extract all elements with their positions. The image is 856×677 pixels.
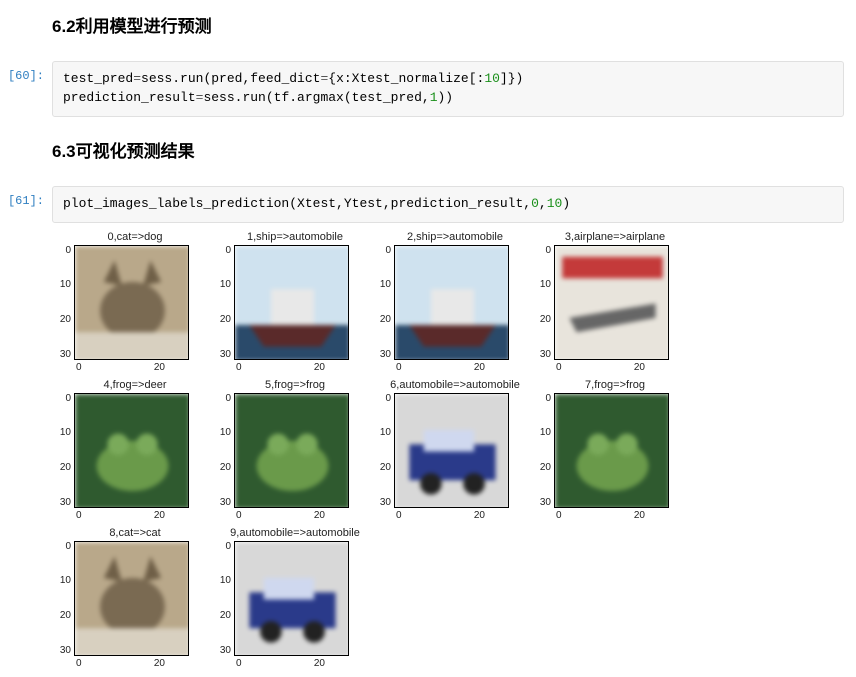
code-token: ]}) (500, 71, 523, 86)
code-token: 1 (430, 90, 438, 105)
y-axis-ticks: 0102030 (218, 393, 234, 508)
y-axis-ticks: 0102030 (218, 541, 234, 656)
subplot-image (74, 245, 189, 360)
code-cell-60[interactable]: test_pred=sess.run(pred,feed_dict={x:Xte… (52, 61, 844, 117)
subplot-3: 3,airplane=>airplane 0102030020 (538, 231, 692, 373)
x-axis-ticks: 020 (74, 360, 189, 373)
code-token: {x:Xtest_normalize[: (328, 71, 484, 86)
code-token: = (133, 71, 141, 86)
x-axis-ticks: 020 (74, 656, 189, 669)
x-axis-ticks: 020 (554, 360, 669, 373)
y-axis-ticks: 0102030 (538, 393, 554, 508)
subplot-image (234, 541, 349, 656)
cell-prompt-60: [60]: (0, 61, 52, 117)
x-axis-ticks: 020 (394, 508, 509, 521)
x-axis-ticks: 020 (234, 508, 349, 521)
subplot-title: 3,airplane=>airplane (538, 231, 692, 243)
section-heading-6-2: 6.2利用模型进行预测 (52, 12, 844, 37)
x-axis-ticks: 020 (394, 360, 509, 373)
code-token: )) (438, 90, 454, 105)
code-token: , (539, 196, 547, 211)
x-axis-ticks: 020 (554, 508, 669, 521)
code-token: prediction_result (63, 90, 196, 105)
code-token: sess.run(tf.argmax(test_pred, (203, 90, 429, 105)
section-heading-6-3: 6.3可视化预测结果 (52, 137, 844, 162)
subplot-0: 0,cat=>dog 0102030020 (58, 231, 212, 373)
code-token: 10 (547, 196, 563, 211)
code-token: plot_images_labels_prediction(Xtest,Ytes… (63, 196, 531, 211)
y-axis-ticks: 0102030 (538, 245, 554, 360)
subplot-8: 8,cat=>cat 0102030020 (58, 527, 212, 669)
cell-prompt-61: [61]: (0, 186, 52, 669)
code-token: test_pred (63, 71, 133, 86)
subplot-image (554, 393, 669, 508)
subplot-title: 6,automobile=>automobile (378, 379, 532, 391)
y-axis-ticks: 0102030 (218, 245, 234, 360)
subplot-4: 4,frog=>deer 0102030020 (58, 379, 212, 521)
y-axis-ticks: 0102030 (378, 393, 394, 508)
y-axis-ticks: 0102030 (58, 541, 74, 656)
y-axis-ticks: 0102030 (58, 393, 74, 508)
subplot-9: 9,automobile=>automobile 0102030020 (218, 527, 372, 669)
subplot-7: 7,frog=>frog 0102030020 (538, 379, 692, 521)
subplot-image (74, 541, 189, 656)
code-token: sess.run(pred,feed_dict (141, 71, 320, 86)
subplot-image (234, 245, 349, 360)
prediction-image-grid: 0,cat=>dog01020300201,ship=>automobile01… (52, 231, 844, 669)
subplot-5: 5,frog=>frog 0102030020 (218, 379, 372, 521)
subplot-title: 7,frog=>frog (538, 379, 692, 391)
subplot-image (554, 245, 669, 360)
y-axis-ticks: 0102030 (378, 245, 394, 360)
subplot-title: 1,ship=>automobile (218, 231, 372, 243)
code-token: 0 (531, 196, 539, 211)
subplot-title: 0,cat=>dog (58, 231, 212, 243)
subplot-image (394, 393, 509, 508)
code-cell-61[interactable]: plot_images_labels_prediction(Xtest,Ytes… (52, 186, 844, 223)
x-axis-ticks: 020 (74, 508, 189, 521)
subplot-2: 2,ship=>automobile 0102030020 (378, 231, 532, 373)
y-axis-ticks: 0102030 (58, 245, 74, 360)
subplot-title: 2,ship=>automobile (378, 231, 532, 243)
subplot-image (394, 245, 509, 360)
subplot-image (74, 393, 189, 508)
code-token: 10 (484, 71, 500, 86)
x-axis-ticks: 020 (234, 360, 349, 373)
subplot-title: 4,frog=>deer (58, 379, 212, 391)
subplot-title: 9,automobile=>automobile (218, 527, 372, 539)
subplot-title: 8,cat=>cat (58, 527, 212, 539)
code-token: ) (562, 196, 570, 211)
subplot-1: 1,ship=>automobile 0102030020 (218, 231, 372, 373)
subplot-6: 6,automobile=>automobile 0102030020 (378, 379, 532, 521)
subplot-image (234, 393, 349, 508)
x-axis-ticks: 020 (234, 656, 349, 669)
subplot-title: 5,frog=>frog (218, 379, 372, 391)
